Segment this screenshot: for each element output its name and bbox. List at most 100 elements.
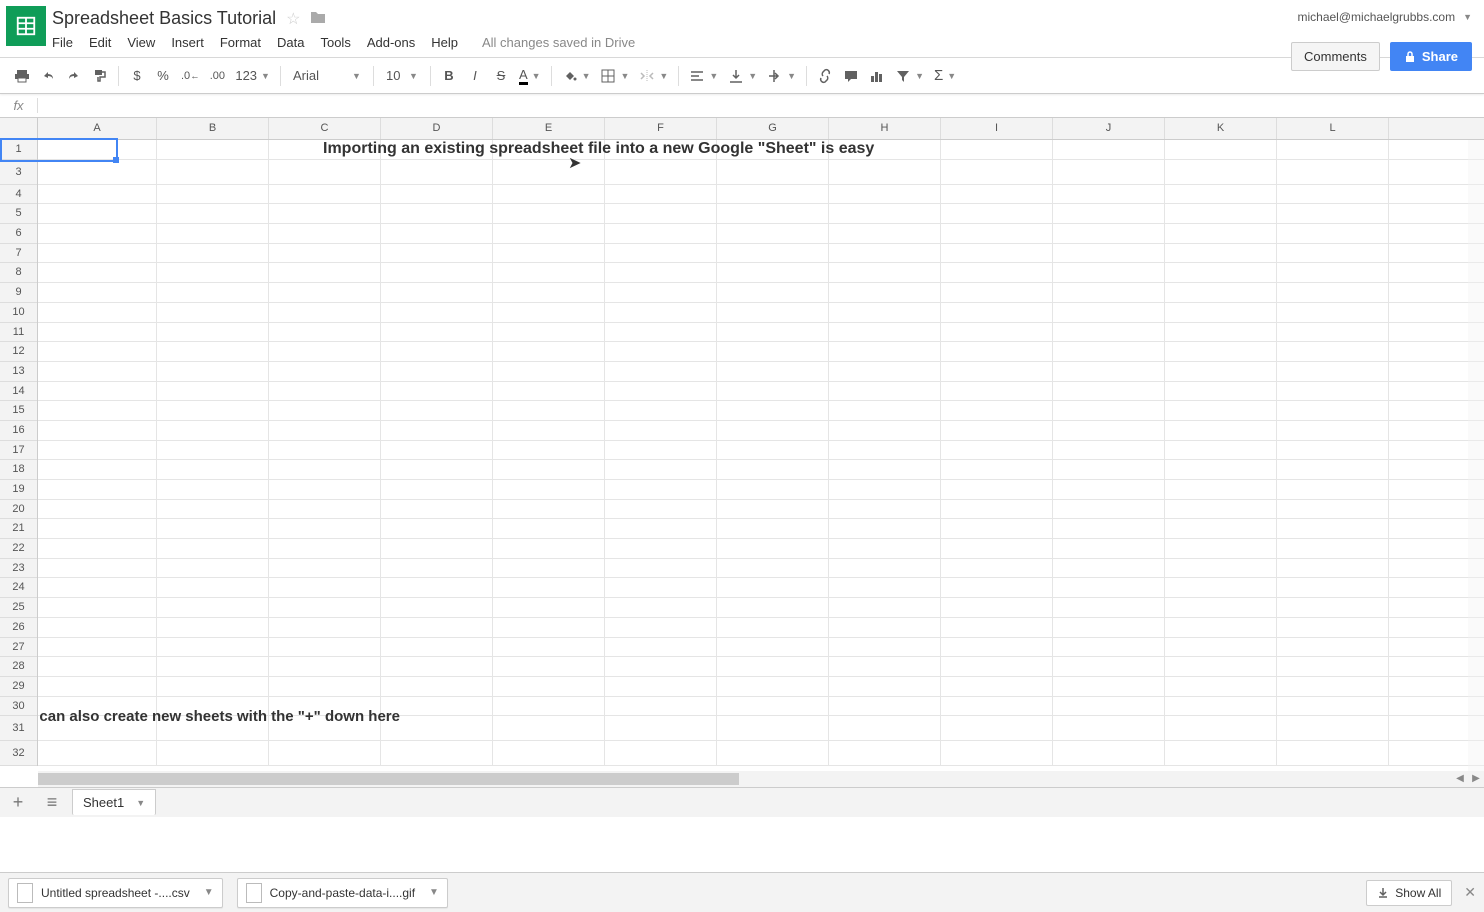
column-header[interactable]: C: [269, 118, 381, 139]
cell[interactable]: [269, 323, 381, 342]
cell[interactable]: [717, 362, 829, 381]
cell[interactable]: [829, 638, 941, 657]
cell[interactable]: [605, 716, 717, 740]
cell[interactable]: [941, 460, 1053, 479]
column-header[interactable]: L: [1277, 118, 1389, 139]
cell[interactable]: [493, 677, 605, 696]
increase-decimal-button[interactable]: .00: [205, 64, 229, 88]
cell[interactable]: [269, 185, 381, 204]
cell[interactable]: [38, 539, 157, 558]
cell[interactable]: [269, 382, 381, 401]
cell[interactable]: [269, 559, 381, 578]
cell[interactable]: [1277, 539, 1389, 558]
link-icon[interactable]: [813, 64, 837, 88]
column-header[interactable]: J: [1053, 118, 1165, 139]
cell[interactable]: [1053, 303, 1165, 322]
cell[interactable]: [717, 244, 829, 263]
cell[interactable]: [493, 303, 605, 322]
cell[interactable]: [493, 618, 605, 637]
cell[interactable]: [1053, 421, 1165, 440]
cell[interactable]: [1165, 618, 1277, 637]
cell[interactable]: [38, 741, 157, 765]
cell[interactable]: [269, 244, 381, 263]
cell[interactable]: [493, 421, 605, 440]
cell[interactable]: [941, 283, 1053, 302]
cell[interactable]: [717, 460, 829, 479]
cell[interactable]: [493, 185, 605, 204]
cell[interactable]: [381, 244, 493, 263]
cell[interactable]: [1053, 638, 1165, 657]
percent-button[interactable]: %: [151, 64, 175, 88]
cell[interactable]: [157, 362, 269, 381]
row-header[interactable]: 9: [0, 283, 37, 303]
cell[interactable]: [605, 657, 717, 676]
cell[interactable]: [381, 342, 493, 361]
cell[interactable]: [941, 657, 1053, 676]
cell[interactable]: [1277, 441, 1389, 460]
cell[interactable]: [381, 441, 493, 460]
cell[interactable]: [493, 539, 605, 558]
cell[interactable]: [941, 382, 1053, 401]
cell[interactable]: [941, 480, 1053, 499]
scroll-right-icon[interactable]: ▶: [1468, 771, 1484, 787]
cell[interactable]: [381, 303, 493, 322]
cell[interactable]: [941, 618, 1053, 637]
cell[interactable]: [1277, 677, 1389, 696]
cell[interactable]: [269, 342, 381, 361]
cell[interactable]: [269, 362, 381, 381]
cell[interactable]: [1165, 323, 1277, 342]
cell[interactable]: [829, 519, 941, 538]
paint-format-icon[interactable]: [88, 64, 112, 88]
chart-icon[interactable]: [865, 64, 889, 88]
cell[interactable]: [38, 559, 157, 578]
row-header[interactable]: 25: [0, 598, 37, 618]
cell[interactable]: [829, 441, 941, 460]
cell[interactable]: [829, 500, 941, 519]
cell[interactable]: [717, 657, 829, 676]
cell[interactable]: [941, 741, 1053, 765]
cell[interactable]: [269, 657, 381, 676]
cell[interactable]: [829, 362, 941, 381]
cell[interactable]: [157, 741, 269, 765]
cell[interactable]: [829, 342, 941, 361]
cell[interactable]: [829, 539, 941, 558]
cell[interactable]: [605, 160, 717, 184]
cell[interactable]: [1277, 697, 1389, 716]
cell[interactable]: [941, 578, 1053, 597]
cell[interactable]: [1165, 204, 1277, 223]
cell[interactable]: [605, 263, 717, 282]
cell[interactable]: [941, 140, 1053, 159]
cell[interactable]: [493, 657, 605, 676]
cell[interactable]: [717, 224, 829, 243]
cell[interactable]: [269, 500, 381, 519]
cell[interactable]: [269, 441, 381, 460]
cell[interactable]: [157, 539, 269, 558]
cell[interactable]: [1053, 677, 1165, 696]
cell[interactable]: [381, 657, 493, 676]
cell[interactable]: [829, 160, 941, 184]
cell[interactable]: [605, 185, 717, 204]
cell[interactable]: [1165, 342, 1277, 361]
cell[interactable]: [38, 500, 157, 519]
cell[interactable]: [605, 578, 717, 597]
cell[interactable]: [38, 303, 157, 322]
cell[interactable]: [38, 283, 157, 302]
cell[interactable]: [381, 362, 493, 381]
cell[interactable]: [941, 362, 1053, 381]
cell[interactable]: [829, 480, 941, 499]
cell[interactable]: [1165, 283, 1277, 302]
document-title[interactable]: Spreadsheet Basics Tutorial: [52, 8, 276, 29]
cell[interactable]: [381, 559, 493, 578]
cell[interactable]: [1165, 140, 1277, 159]
column-header[interactable]: E: [493, 118, 605, 139]
cell[interactable]: [829, 323, 941, 342]
cell[interactable]: [1165, 559, 1277, 578]
row-header[interactable]: 13: [0, 362, 37, 382]
cell[interactable]: [605, 598, 717, 617]
cell[interactable]: [717, 263, 829, 282]
cell[interactable]: [1277, 638, 1389, 657]
text-color-dropdown[interactable]: A▼: [515, 64, 545, 88]
cell[interactable]: [717, 283, 829, 302]
cell[interactable]: [717, 677, 829, 696]
cell[interactable]: [1053, 618, 1165, 637]
